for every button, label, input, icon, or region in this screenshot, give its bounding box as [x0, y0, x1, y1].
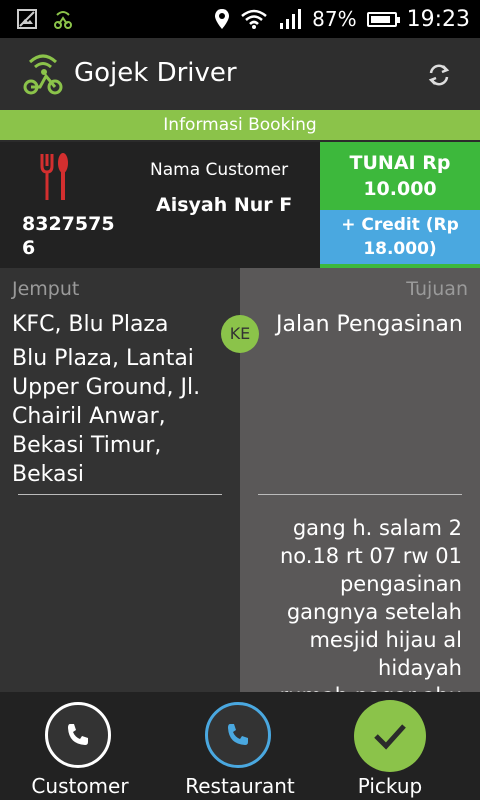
status-bar: 87% 19:23 — [0, 0, 480, 38]
check-icon — [374, 724, 406, 750]
battery-icon — [366, 11, 400, 27]
signal-icon — [280, 9, 302, 29]
gojek-notification-icon — [54, 11, 72, 29]
destination-name: Jalan Pengasinan — [276, 312, 463, 337]
order-id: 83275756 — [22, 213, 115, 259]
destination-header: Tujuan — [406, 278, 468, 300]
call-customer-button[interactable]: Customer — [0, 692, 160, 800]
pickup-circle[interactable] — [354, 700, 426, 772]
food-icon — [40, 153, 68, 200]
image-notification-icon — [17, 9, 37, 29]
pickup-label: Pickup — [357, 774, 423, 798]
gojek-logo-icon — [23, 54, 63, 95]
call-customer-label: Customer — [31, 774, 129, 798]
customer-name: Aisyah Nur F — [156, 194, 293, 216]
app-title: Gojek Driver — [74, 58, 237, 88]
destination-divider — [258, 494, 462, 495]
pickup-header: Jemput — [12, 278, 80, 300]
customer-label: Nama Customer — [150, 160, 289, 180]
route-separator-badge: KE — [221, 315, 259, 353]
phone-icon — [68, 724, 88, 745]
booking-summary: 83275756 Nama Customer Aisyah Nur F TUNA… — [0, 142, 480, 268]
refresh-icon[interactable] — [426, 62, 452, 88]
call-restaurant-button[interactable]: Restaurant — [160, 692, 320, 800]
action-bar: Customer Restaurant Pickup — [0, 692, 480, 800]
app-bar: Gojek Driver — [0, 38, 480, 110]
pickup-panel: Jemput KFC, Blu Plaza Blu Plaza, Lantai … — [0, 268, 240, 692]
clock: 19:23 — [406, 6, 470, 32]
call-restaurant-circle[interactable] — [205, 702, 271, 768]
wifi-icon — [241, 9, 267, 29]
pickup-address: Blu Plaza, Lantai Upper Ground, Jl. Chai… — [12, 346, 201, 487]
destination-note: gang h. salam 2 no.18 rt 07 rw 01 pengas… — [279, 516, 462, 708]
pickup-divider — [18, 494, 222, 495]
location-icon — [215, 9, 230, 29]
battery-percent: 87% — [312, 7, 357, 31]
cash-amount-badge: TUNAI Rp 10.000 — [320, 142, 480, 210]
call-customer-circle[interactable] — [45, 702, 111, 768]
credit-amount-badge: + Credit (Rp 18.000) — [320, 210, 480, 264]
pickup-button[interactable]: Pickup — [320, 692, 480, 800]
booking-info-header: Informasi Booking — [0, 110, 480, 140]
destination-panel: Tujuan Jalan Pengasinan gang h. salam 2 … — [240, 268, 480, 708]
phone-icon — [228, 724, 248, 745]
call-restaurant-label: Restaurant — [185, 774, 295, 798]
pickup-name: KFC, Blu Plaza — [12, 312, 169, 337]
